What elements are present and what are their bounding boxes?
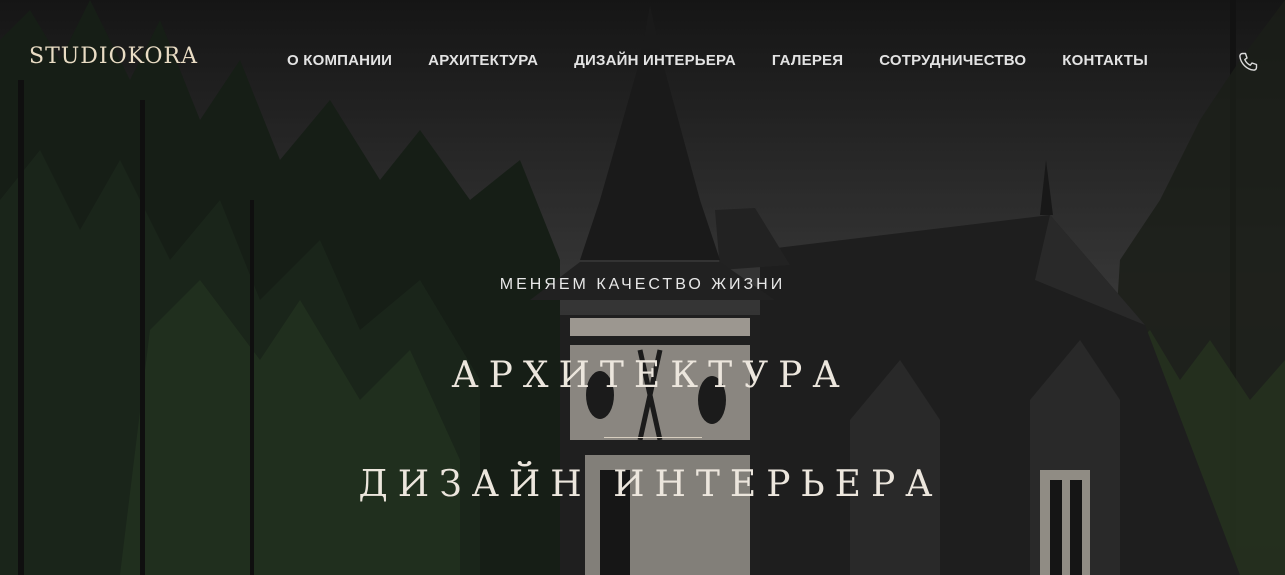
hero-section: STUDIOKORA О КОМПАНИИ АРХИТЕКТУРА ДИЗАЙН… (0, 0, 1285, 575)
hero-content: МЕНЯЕМ КАЧЕСТВО ЖИЗНИ АРХИТЕКТУРА ДИЗАЙН… (0, 0, 1285, 575)
hero-link-architecture[interactable]: АРХИТЕКТУРА (0, 355, 1285, 396)
hero-divider (604, 437, 702, 438)
hero-link-interior-design[interactable]: ДИЗАЙН ИНТЕРЬЕРА (0, 464, 1285, 505)
hero-tagline: МЕНЯЕМ КАЧЕСТВО ЖИЗНИ (499, 276, 786, 293)
